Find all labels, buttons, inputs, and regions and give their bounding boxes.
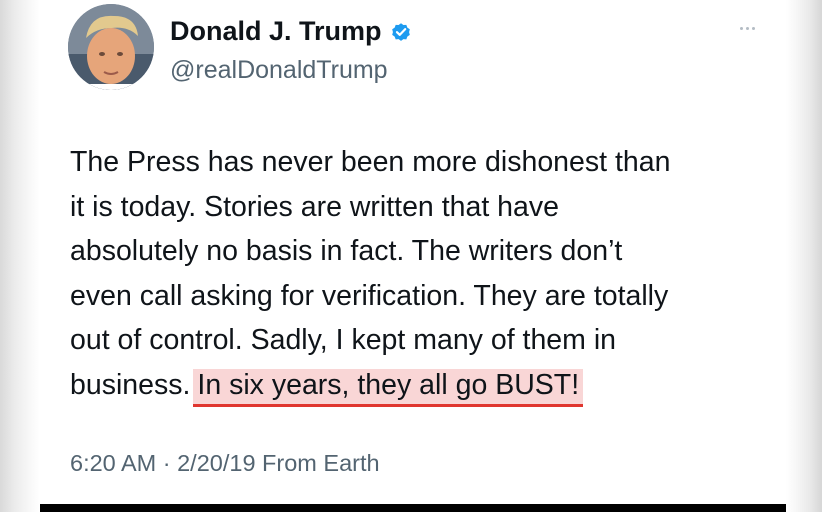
author-name-label: Donald J. Trump — [170, 16, 382, 46]
tweet-text-line: even call asking for verification. They … — [70, 279, 669, 312]
left-edge-shadow — [0, 0, 40, 512]
more-options-icon[interactable] — [732, 20, 762, 36]
tweet-text-line: The Press has never been more dishonest … — [70, 146, 671, 178]
avatar[interactable] — [68, 4, 154, 90]
tweet-text-line: business. — [70, 368, 191, 401]
tweet-timestamp[interactable]: 6:20 AM · 2/20/19 From Earth — [70, 450, 380, 477]
more-dot — [751, 26, 755, 30]
tweet-text-last-line: business. In six years, they all go BUST! — [70, 363, 770, 408]
tweet-text: The Press has never been more dishonest … — [70, 140, 770, 407]
verified-badge-icon — [391, 22, 410, 41]
tweet-text-line: it is today. Stories are written that ha… — [70, 190, 559, 223]
tweet-text-line: out of control. Sadly, I kept many of th… — [70, 324, 616, 356]
author-name[interactable]: Donald J. Trump — [170, 16, 412, 47]
tweet-text-line: absolutely no basis in fact. The writers… — [70, 235, 623, 267]
more-dot — [739, 26, 743, 30]
tweet-screenshot: Donald J. Trump @realDonaldTrump The Pre… — [0, 0, 822, 512]
highlighted-text: In six years, they all go BUST! — [193, 368, 584, 407]
bottom-edge-bar — [40, 504, 786, 512]
right-edge-shadow — [786, 0, 822, 512]
avatar-image — [68, 4, 154, 90]
author-handle[interactable]: @realDonaldTrump — [170, 56, 388, 85]
more-dot — [745, 26, 749, 30]
